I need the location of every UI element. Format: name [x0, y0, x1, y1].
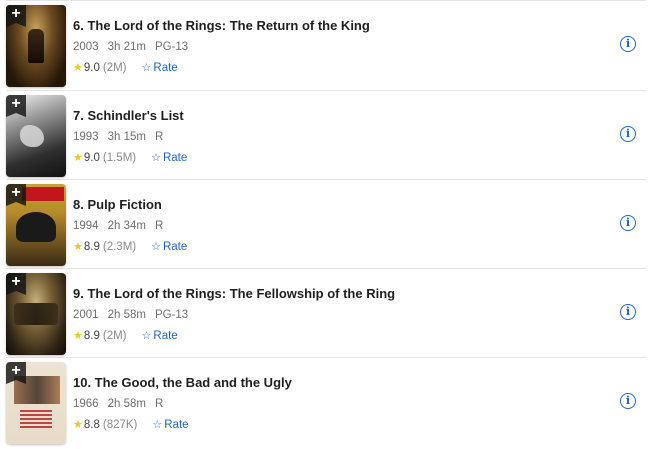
- movie-metadata: 1993 3h 15m R: [73, 131, 172, 143]
- movie-year: 1966: [73, 398, 99, 410]
- rate-label: Rate: [164, 418, 189, 431]
- rate-button[interactable]: ☆ Rate: [141, 329, 178, 343]
- rate-label: Rate: [162, 151, 188, 164]
- vote-count: (2.3M): [102, 240, 137, 253]
- vote-count: (827K): [102, 418, 138, 431]
- movie-title[interactable]: 10. The Good, the Bad and the Ugly: [73, 375, 292, 390]
- star-outline-icon: ☆: [141, 62, 152, 74]
- star-outline-icon: ☆: [151, 241, 161, 253]
- imdb-rating: 9.0: [83, 151, 100, 164]
- movie-title[interactable]: 6. The Lord of the Rings: The Return of …: [73, 18, 370, 33]
- rating-line: ★ 8.9 (2M) ☆ Rate: [73, 329, 178, 343]
- movie-certificate: R: [154, 220, 164, 232]
- poster-image[interactable]: +: [6, 362, 66, 444]
- imdb-rating: 9.0: [83, 61, 100, 74]
- movie-metadata: 2001 2h 58m PG-13: [73, 309, 197, 321]
- movie-year: 2001: [73, 309, 99, 321]
- rating-line: ★ 9.0 (1.5M) ☆ Rate: [73, 151, 188, 165]
- list-item: + 9. The Lord of the Rings: The Fellowsh…: [6, 269, 646, 358]
- movie-year: 2003: [73, 41, 99, 53]
- poster-image[interactable]: +: [6, 5, 66, 87]
- poster-figure: [16, 212, 56, 242]
- poster-image[interactable]: +: [6, 95, 66, 177]
- movie-title[interactable]: 8. Pulp Fiction: [73, 197, 162, 212]
- movie-metadata: 1966 2h 58m R: [73, 398, 172, 410]
- star-icon: ★: [73, 62, 83, 74]
- movie-runtime: 2h 58m: [107, 398, 146, 410]
- info-icon[interactable]: i: [620, 36, 636, 52]
- rate-button[interactable]: ☆ Rate: [141, 61, 178, 75]
- rate-button[interactable]: ☆ Rate: [151, 240, 188, 254]
- poster-image[interactable]: +: [6, 273, 66, 355]
- movie-runtime: 3h 21m: [107, 41, 146, 53]
- info-icon[interactable]: i: [620, 304, 636, 320]
- movie-certificate: R: [154, 131, 164, 143]
- star-outline-icon: ☆: [152, 419, 163, 431]
- movie-metadata: 1994 2h 34m R: [73, 220, 172, 232]
- movie-title[interactable]: 7. Schindler's List: [73, 108, 184, 123]
- imdb-rating: 8.9: [83, 329, 100, 342]
- movie-year: 1993: [73, 131, 99, 143]
- poster-figure: [28, 29, 44, 63]
- rate-label: Rate: [153, 61, 178, 74]
- movie-title[interactable]: 9. The Lord of the Rings: The Fellowship…: [73, 286, 395, 301]
- movie-list: + 6. The Lord of the Rings: The Return o…: [6, 0, 646, 447]
- vote-count: (2M): [102, 61, 127, 74]
- rate-label: Rate: [153, 329, 178, 342]
- rating-line: ★ 8.8 (827K) ☆ Rate: [73, 418, 189, 432]
- list-item: + 6. The Lord of the Rings: The Return o…: [6, 0, 646, 91]
- rating-line: ★ 9.0 (2M) ☆ Rate: [73, 61, 178, 75]
- list-item: + 10. The Good, the Bad and the Ugly 196…: [6, 358, 646, 447]
- movie-certificate: R: [154, 398, 164, 410]
- movie-runtime: 2h 34m: [107, 220, 146, 232]
- movie-runtime: 3h 15m: [107, 131, 146, 143]
- rate-button[interactable]: ☆ Rate: [151, 151, 188, 165]
- star-icon: ★: [73, 241, 83, 253]
- vote-count: (2M): [102, 329, 127, 342]
- rating-line: ★ 8.9 (2.3M) ☆ Rate: [73, 240, 188, 254]
- vote-count: (1.5M): [102, 151, 137, 164]
- list-item: + 8. Pulp Fiction 1994 2h 34m R ★ 8.9 (2.3…: [6, 180, 646, 269]
- movie-certificate: PG-13: [154, 41, 189, 53]
- star-icon: ★: [73, 330, 83, 342]
- rate-button[interactable]: ☆ Rate: [152, 418, 189, 432]
- info-icon[interactable]: i: [620, 126, 636, 142]
- movie-runtime: 2h 58m: [107, 309, 146, 321]
- rate-label: Rate: [162, 240, 188, 253]
- star-outline-icon: ☆: [151, 152, 161, 164]
- movie-metadata: 2003 3h 21m PG-13: [73, 41, 197, 53]
- poster-figures: [14, 303, 58, 325]
- poster-image[interactable]: +: [6, 184, 66, 266]
- movie-certificate: PG-13: [154, 309, 189, 321]
- list-item: + 7. Schindler's List 1993 3h 15m R ★ 9.0 …: [6, 91, 646, 180]
- star-icon: ★: [73, 419, 83, 431]
- imdb-rating: 8.8: [83, 418, 100, 431]
- star-outline-icon: ☆: [141, 330, 152, 342]
- info-icon[interactable]: i: [620, 215, 636, 231]
- movie-year: 1994: [73, 220, 99, 232]
- poster-red-text-block: [20, 410, 52, 430]
- imdb-rating: 8.9: [83, 240, 100, 253]
- info-icon[interactable]: i: [620, 393, 636, 409]
- star-icon: ★: [73, 152, 83, 164]
- poster-title-block: [22, 187, 64, 201]
